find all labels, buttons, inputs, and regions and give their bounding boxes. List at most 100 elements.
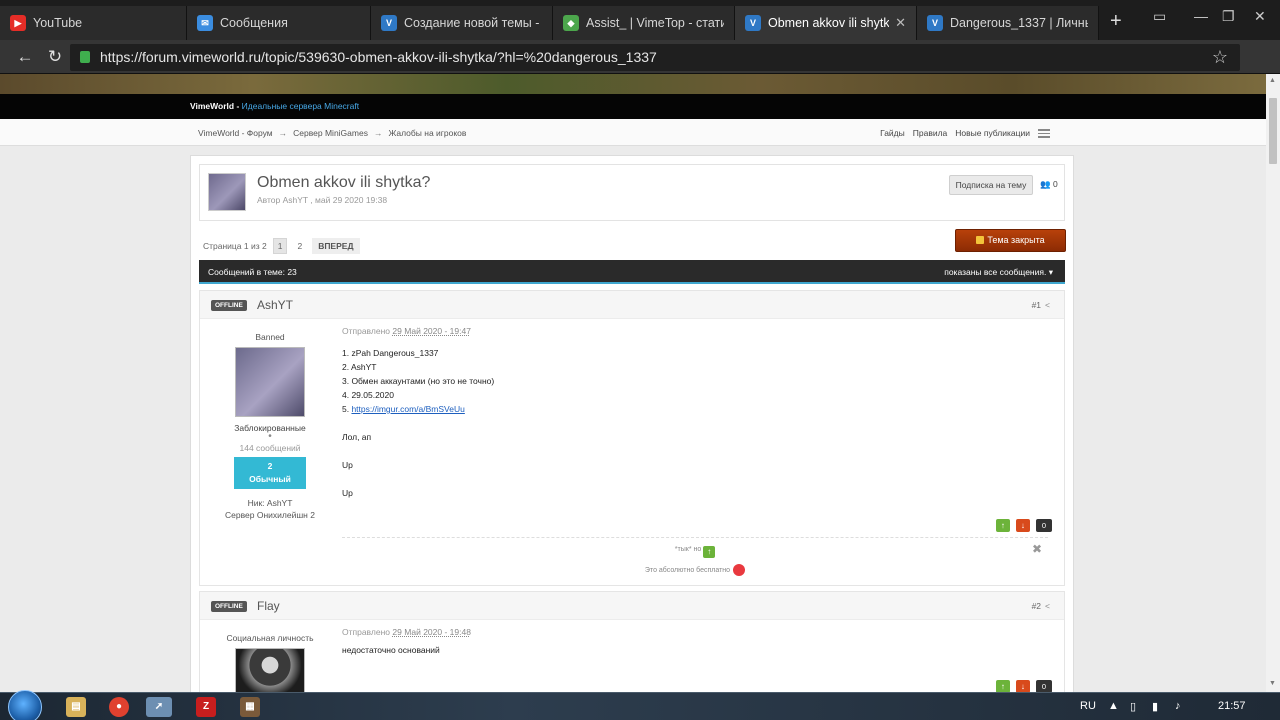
link-guides[interactable]: Гайды	[880, 128, 905, 138]
chrome-icon[interactable]: ●	[109, 697, 129, 717]
post-body: Отправлено 29 Май 2020 - 19:47 1. zPah D…	[342, 319, 1048, 500]
page-title: Obmen akkov ili shytka?	[257, 174, 431, 191]
vote-up-button[interactable]: ↑	[995, 519, 1010, 532]
tab-messages[interactable]: ✉ Сообщения	[187, 6, 371, 40]
back-arrow-icon[interactable]: ←	[14, 46, 36, 68]
vote-count: 0	[1035, 680, 1052, 692]
volume-icon[interactable]: ♪	[1175, 700, 1181, 712]
launcher-icon[interactable]: ➚	[146, 697, 172, 717]
post-header: OFFLINE Flay #2 <	[200, 592, 1064, 620]
close-tab-icon[interactable]: ✕	[895, 15, 906, 31]
tab-label: Сообщения	[220, 16, 288, 30]
reputation-value: 2	[267, 461, 273, 471]
post-1: OFFLINE AshYT #1 < Banned Заблокированные…	[199, 290, 1065, 586]
page-2-button[interactable]: 2	[293, 239, 306, 253]
post-votes: ↑ ↓ 0	[995, 519, 1052, 532]
post-header: OFFLINE AshYT #1 <	[200, 291, 1064, 319]
breadcrumb: VimeWorld - Форум → Сервер MiniGames → Ж…	[198, 128, 466, 138]
post-line: Лол, ап	[342, 432, 372, 442]
tab-current-topic[interactable]: V Obmen akkov ili shytka? - ✕	[735, 6, 917, 40]
language-indicator[interactable]: RU	[1080, 700, 1096, 712]
minimize-icon[interactable]: —	[1194, 8, 1208, 24]
post-number[interactable]: #1 <	[1032, 300, 1050, 310]
posts-count: Сообщений в теме: 23	[208, 267, 297, 277]
user-server: Сервер Онихилейшн 2	[225, 510, 315, 520]
post-line: 2. AshYT	[342, 362, 377, 372]
tab-youtube[interactable]: ▶ YouTube	[0, 6, 187, 40]
scroll-up-icon[interactable]: ▲	[1269, 77, 1276, 84]
imgur-link[interactable]: https://imgur.com/a/BmSVeUu	[351, 404, 464, 414]
breadcrumb-item-minigames[interactable]: Сервер MiniGames	[293, 128, 368, 138]
scroll-down-icon[interactable]: ▼	[1269, 680, 1276, 687]
filezilla-icon[interactable]: Z	[196, 697, 216, 717]
breadcrumb-separator: →	[373, 128, 383, 138]
link-new-posts[interactable]: Новые публикации	[955, 128, 1030, 138]
share-icon[interactable]: <	[1045, 300, 1050, 310]
clock[interactable]: 21:57	[1218, 700, 1246, 712]
avatar[interactable]	[235, 347, 305, 417]
tab-search-icon[interactable]: ▭	[1153, 8, 1166, 25]
post-votes: ↑ ↓ 0	[995, 680, 1052, 692]
topic-closed-button[interactable]: Тема закрыта	[955, 229, 1066, 252]
breadcrumb-item-complaints[interactable]: Жалобы на игроков	[388, 128, 466, 138]
start-button[interactable]	[8, 690, 42, 720]
new-tab-button[interactable]: +	[1110, 10, 1122, 33]
tab-label: Obmen akkov ili shytka? -	[768, 16, 890, 30]
reload-icon[interactable]: ↻	[44, 46, 66, 68]
tab-profile[interactable]: V Dangerous_1337 | Личный к	[917, 6, 1099, 40]
next-page-button[interactable]: ВПЕРЕД	[312, 238, 360, 254]
site-brand[interactable]: VimeWorld - Идеальные сервера Minecraft	[190, 101, 359, 111]
posted-date: 29 Май 2020 - 19:48	[392, 627, 471, 637]
breadcrumb-item-forum[interactable]: VimeWorld - Форум	[198, 128, 273, 138]
minecraft-icon[interactable]: ▦	[240, 697, 260, 717]
bookmark-star-icon[interactable]: ☆	[1212, 44, 1228, 71]
user-info: Banned Заблокированные • 144 сообщений 2…	[200, 319, 340, 520]
tray-expand-icon[interactable]: ▲	[1108, 700, 1119, 712]
topic-meta: Автор AshYT , май 29 2020 19:38	[257, 195, 388, 205]
top-links: Гайды Правила Новые публикации	[880, 128, 1050, 138]
author-avatar[interactable]	[208, 173, 246, 211]
topic-header: Obmen akkov ili shytka? Автор AshYT , ма…	[199, 164, 1065, 221]
youtube-icon: ▶	[10, 15, 26, 31]
posts-filter[interactable]: показаны все сообщения. ▾	[944, 267, 1053, 278]
web-page: VimeWorld - Идеальные сервера Minecraft …	[0, 74, 1266, 692]
post-count: 144 сообщений	[239, 443, 301, 453]
status-badge: OFFLINE	[211, 300, 247, 311]
post-line: Up	[342, 488, 353, 498]
vote-count: 0	[1035, 519, 1052, 532]
vote-down-button[interactable]: ↓	[1015, 680, 1030, 692]
vimetop-icon: ◆	[563, 15, 579, 31]
explorer-icon[interactable]: ▤	[66, 697, 86, 717]
tab-new-topic[interactable]: V Создание новой темы - Vim	[371, 6, 553, 40]
signal-icon[interactable]: ▮	[1152, 700, 1158, 713]
page-scrollbar[interactable]: ▲ ▼	[1266, 74, 1280, 692]
menu-icon[interactable]	[1038, 128, 1050, 138]
address-bar[interactable]: https://forum.vimeworld.ru/topic/539630-…	[70, 44, 1240, 71]
post-line: 4. 29.05.2020	[342, 390, 394, 400]
subscribe-button[interactable]: Подписка на тему	[949, 175, 1033, 195]
page-1-button[interactable]: 1	[272, 238, 288, 254]
link-rules[interactable]: Правила	[913, 128, 948, 138]
vote-down-button[interactable]: ↓	[1015, 519, 1030, 532]
windows-taskbar: ▤ ● ➚ Z ▦ RU ▲ ▯ ▮ ♪ 21:57	[0, 690, 1280, 720]
signature: ✖ *тык* но ↑ Это абсолютно бесплатно	[342, 537, 1048, 585]
share-icon[interactable]: <	[1045, 601, 1050, 611]
url-text: https://forum.vimeworld.ru/topic/539630-…	[100, 49, 657, 65]
followers-count[interactable]: 👥 0	[1040, 179, 1058, 190]
close-icon[interactable]: ✖	[1032, 542, 1042, 556]
close-window-icon[interactable]: ✕	[1254, 8, 1266, 25]
restore-icon[interactable]: ❐	[1222, 8, 1235, 25]
signature-text-2: Это абсолютно бесплатно	[644, 567, 731, 574]
scrollbar-thumb[interactable]	[1269, 98, 1277, 164]
lock-icon	[80, 51, 90, 63]
network-icon[interactable]: ▯	[1130, 700, 1136, 713]
avatar[interactable]	[235, 648, 305, 692]
tab-label: Dangerous_1337 | Личный к	[950, 16, 1088, 30]
post-author[interactable]: Flay	[257, 599, 280, 613]
tab-vimetop[interactable]: ◆ Assist_ | VimeTop - статисти	[553, 6, 735, 40]
user-nick: Ник: AshYT	[247, 498, 293, 508]
vote-up-button[interactable]: ↑	[995, 680, 1010, 692]
post-author[interactable]: AshYT	[257, 298, 293, 312]
posted-prefix: Отправлено	[342, 326, 390, 336]
post-number[interactable]: #2 <	[1032, 601, 1050, 611]
